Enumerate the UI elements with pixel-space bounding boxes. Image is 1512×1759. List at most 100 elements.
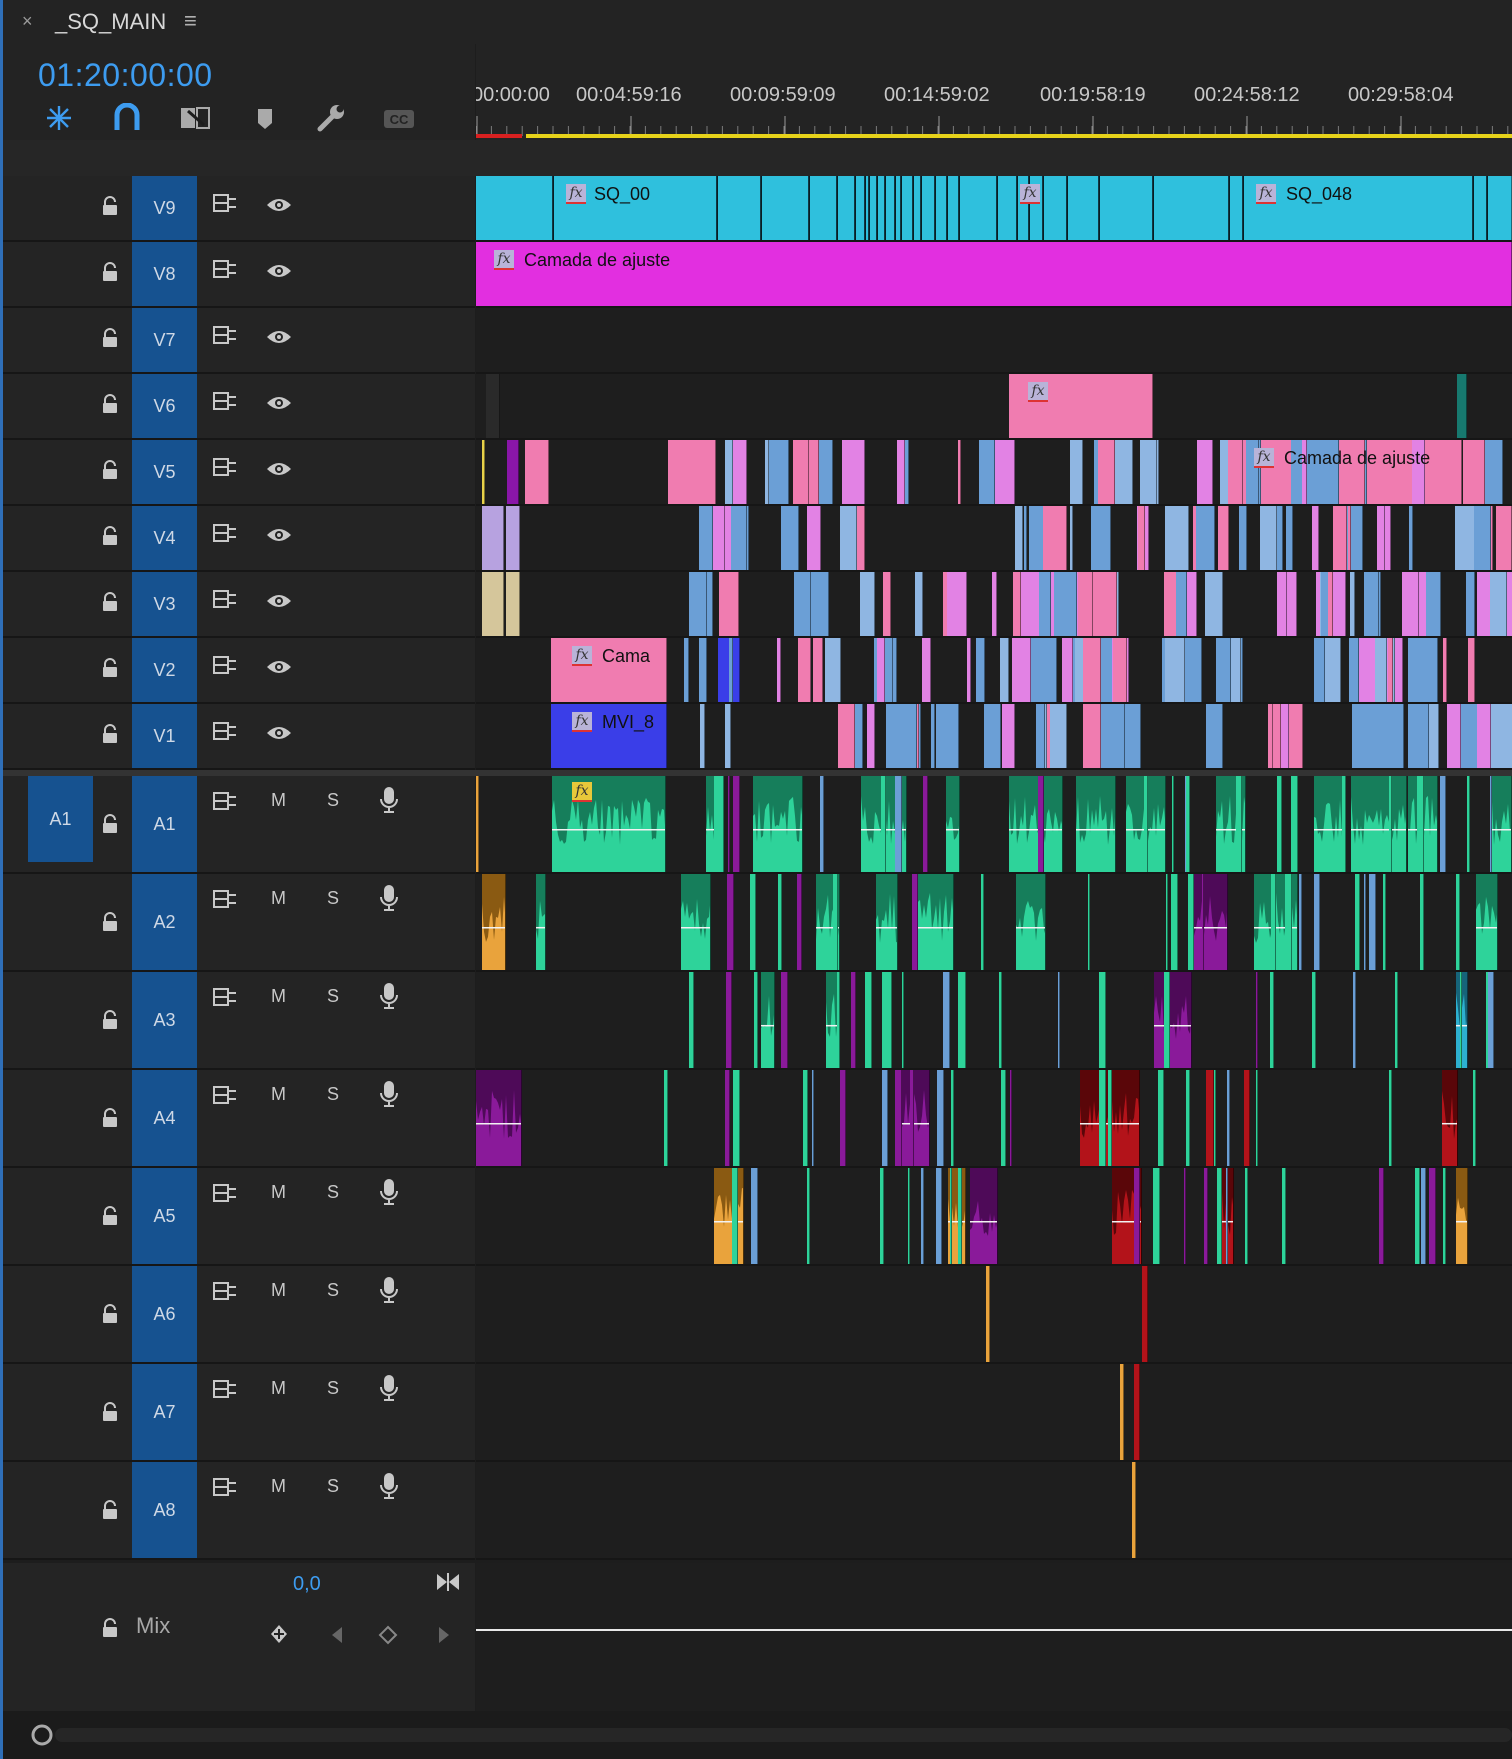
toggle-sync-lock-icon[interactable] [212, 456, 238, 478]
next-keyframe-icon[interactable] [435, 1625, 453, 1645]
video-clip[interactable] [894, 704, 917, 768]
audio-lane-a2[interactable] [476, 874, 1512, 972]
video-clip[interactable] [883, 572, 891, 636]
video-clip[interactable] [1477, 704, 1491, 768]
video-clip[interactable] [1115, 440, 1133, 504]
video-clip[interactable] [765, 440, 769, 504]
video-clip[interactable] [1078, 572, 1093, 636]
video-clip[interactable] [811, 572, 829, 636]
toggle-sync-lock-icon[interactable] [212, 588, 238, 610]
audio-clip[interactable] [1456, 972, 1468, 1068]
add-keyframe-icon[interactable] [267, 1623, 293, 1649]
audio-clip[interactable] [1058, 972, 1060, 1068]
video-clip[interactable] [1348, 506, 1351, 570]
audio-clip[interactable] [1417, 776, 1424, 872]
lock-icon[interactable] [101, 460, 119, 480]
audio-clip[interactable] [921, 1168, 924, 1264]
audio-clip[interactable] [1108, 1070, 1112, 1166]
lock-icon[interactable] [101, 196, 119, 216]
audio-clip[interactable] [1442, 1070, 1458, 1166]
eye-icon[interactable] [265, 394, 293, 412]
audio-clip[interactable] [750, 874, 756, 970]
audio-clip[interactable] [1270, 972, 1274, 1068]
audio-clip[interactable] [986, 1266, 990, 1362]
eye-icon[interactable] [265, 328, 293, 346]
video-clip[interactable] [992, 440, 1015, 504]
mute-button[interactable]: M [271, 1476, 286, 1497]
audio-clip[interactable] [1364, 874, 1366, 970]
video-clip[interactable] [482, 506, 504, 570]
audio-clip[interactable] [1076, 776, 1116, 872]
audio-clip[interactable] [797, 874, 802, 970]
track-name-v4[interactable]: V4 [132, 506, 197, 570]
audio-clip[interactable] [681, 874, 711, 970]
video-clip[interactable] [1036, 638, 1057, 702]
track-name-v6[interactable]: V6 [132, 374, 197, 438]
audio-clip[interactable] [1369, 874, 1376, 970]
lock-icon[interactable] [101, 592, 119, 612]
audio-clip[interactable] [1379, 1168, 1384, 1264]
audio-clip[interactable] [1420, 874, 1424, 970]
audio-clip[interactable] [1142, 1266, 1148, 1362]
video-lane-v2[interactable]: fx Cama [476, 638, 1512, 704]
track-name-v7[interactable]: V7 [132, 308, 197, 372]
audio-clip[interactable] [943, 972, 950, 1068]
video-clip[interactable] [976, 638, 985, 702]
video-clip[interactable] [716, 176, 718, 240]
audio-clip[interactable] [1456, 1168, 1468, 1264]
eye-icon[interactable] [265, 196, 293, 214]
video-lane-v3[interactable] [476, 572, 1512, 638]
audio-lane-a4[interactable] [476, 1070, 1512, 1168]
video-clip[interactable] [1312, 506, 1319, 570]
audio-clip[interactable] [914, 874, 954, 970]
video-clip[interactable] [1050, 704, 1067, 768]
track-name-a8[interactable]: A8 [132, 1462, 197, 1558]
audio-clip[interactable] [807, 1168, 810, 1264]
lock-icon[interactable] [101, 328, 119, 348]
video-lane-v1[interactable]: fx MVI_8 [476, 704, 1512, 770]
lock-icon[interactable] [101, 526, 119, 546]
video-clip[interactable] [506, 506, 520, 570]
audio-clip[interactable] [552, 776, 666, 872]
video-lane-v6[interactable]: fx [476, 374, 1512, 440]
audio-clip[interactable] [1443, 1168, 1446, 1264]
lock-icon[interactable] [101, 1206, 119, 1226]
video-clip[interactable] [1054, 572, 1077, 636]
audio-clip[interactable] [733, 1070, 740, 1166]
track-name-a5[interactable]: A5 [132, 1168, 197, 1264]
voiceover-mic-icon[interactable] [379, 982, 399, 1010]
mute-button[interactable]: M [271, 1378, 286, 1399]
video-clip[interactable] [884, 176, 886, 240]
audio-clip[interactable] [1282, 1168, 1286, 1264]
toggle-sync-lock-icon[interactable] [212, 390, 238, 412]
video-clip[interactable] [996, 176, 998, 240]
video-clip[interactable] [1024, 506, 1027, 570]
lock-icon[interactable] [101, 1010, 119, 1030]
voiceover-mic-icon[interactable] [379, 1374, 399, 1402]
voiceover-mic-icon[interactable] [379, 1080, 399, 1108]
audio-clip[interactable] [1476, 874, 1498, 970]
eye-icon[interactable] [265, 460, 293, 478]
video-clip[interactable] [1490, 704, 1512, 768]
audio-clip[interactable] [1172, 776, 1174, 872]
video-clip[interactable] [760, 176, 762, 240]
voiceover-mic-icon[interactable] [379, 884, 399, 912]
video-clip[interactable] [1070, 440, 1083, 504]
audio-clip[interactable] [833, 874, 838, 970]
video-clip[interactable] [1165, 638, 1185, 702]
video-clip[interactable] [1402, 572, 1419, 636]
audio-clip[interactable] [1236, 776, 1242, 872]
timeline-settings-wrench-icon[interactable] [314, 103, 348, 133]
sequence-nest-icon[interactable] [42, 103, 76, 133]
video-clip[interactable] [1286, 506, 1293, 570]
audio-clip[interactable] [1158, 1070, 1164, 1166]
video-clip[interactable] [900, 176, 902, 240]
source-patch-a1[interactable]: A1 [28, 776, 93, 862]
track-name-v5[interactable]: V5 [132, 440, 197, 504]
audio-clip[interactable] [1285, 874, 1292, 970]
video-clip[interactable] [729, 638, 733, 702]
video-clip[interactable] [915, 572, 923, 636]
audio-clip[interactable] [719, 776, 724, 872]
audio-clip[interactable] [1038, 776, 1044, 872]
video-clip[interactable] [482, 440, 485, 504]
